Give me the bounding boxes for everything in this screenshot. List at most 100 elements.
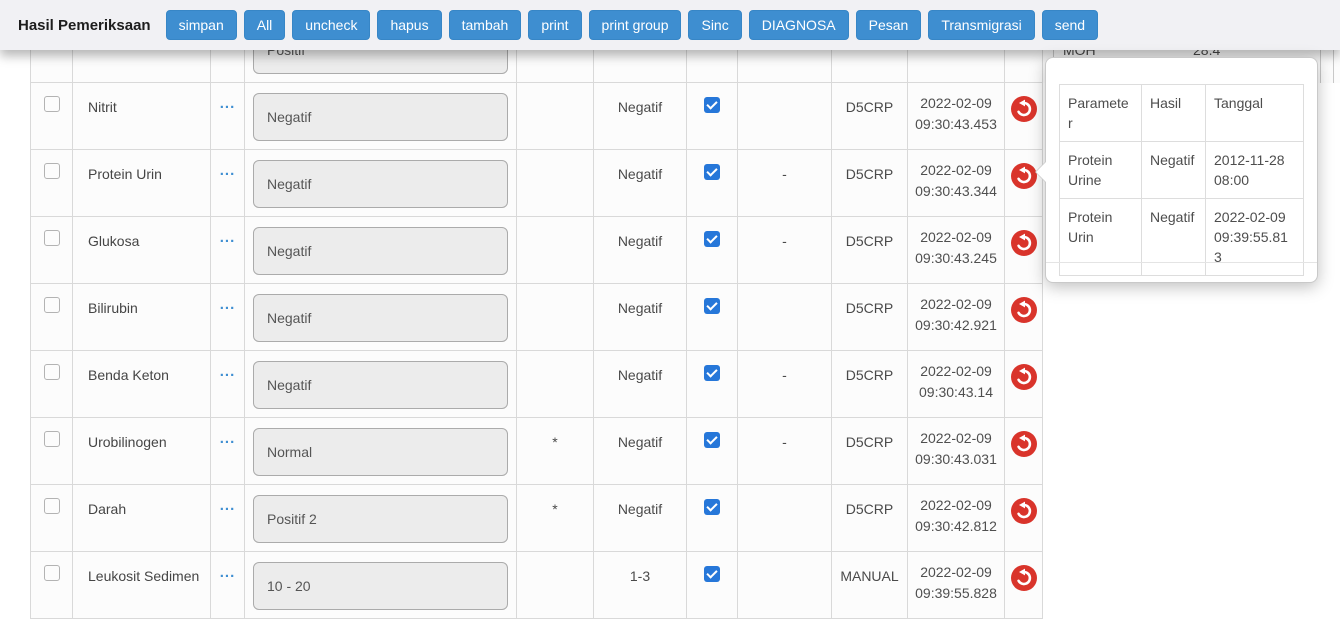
toolbar-button-hapus[interactable]: hapus <box>377 10 442 40</box>
table-row: Benda Keton ... Negatif - D5CRP 2022-02-… <box>30 351 1043 418</box>
reference-value: Negatif <box>594 217 687 283</box>
method-value: D5CRP <box>832 83 908 149</box>
row-checkbox[interactable] <box>43 230 60 246</box>
abnormal-flag <box>517 351 594 417</box>
method-value: D5CRP <box>832 217 908 283</box>
result-input[interactable] <box>253 160 508 208</box>
history-icon[interactable] <box>1010 163 1037 189</box>
history-icon[interactable] <box>1010 431 1037 457</box>
parameter-name: Leukosit Sedimen <box>73 552 211 618</box>
toolbar-button-print-group[interactable]: print group <box>588 10 682 40</box>
table-row: Protein Urin ... Negatif - D5CRP 2022-02… <box>30 150 1043 217</box>
toolbar-buttons: simpan All uncheck hapus tambah print print gr… <box>159 10 1099 40</box>
more-options-link[interactable]: ... <box>211 284 245 350</box>
verify-checkbox-cell <box>687 552 738 618</box>
more-options-link[interactable]: ... <box>211 485 245 551</box>
history-col-header: Tanggal <box>1205 84 1304 142</box>
results-table: 09:30:43.563 Nitrit ... Negatif D5CRP 20… <box>30 16 1043 619</box>
history-cell: Negatif <box>1141 141 1206 199</box>
row-select-cell <box>30 83 73 149</box>
result-input-cell <box>245 351 517 417</box>
more-options-link[interactable]: ... <box>211 418 245 484</box>
more-options-link[interactable]: ... <box>211 83 245 149</box>
result-input[interactable] <box>253 294 508 342</box>
row-checkbox[interactable] <box>43 565 60 581</box>
verified-checkbox[interactable] <box>704 231 720 247</box>
row-select-cell <box>30 418 73 484</box>
verified-checkbox[interactable] <box>704 97 720 113</box>
result-input[interactable] <box>253 361 508 409</box>
history-icon[interactable] <box>1010 230 1037 256</box>
more-options-link[interactable]: ... <box>211 552 245 618</box>
result-input[interactable] <box>253 428 508 476</box>
table-row: Nitrit ... Negatif D5CRP 2022-02-09 09:30… <box>30 83 1043 150</box>
table-row: Leukosit Sedimen ... 1-3 MANUAL 2022-02-… <box>30 552 1043 619</box>
parameter-name: Darah <box>73 485 211 551</box>
verified-checkbox[interactable] <box>704 365 720 381</box>
timestamp-time: 09:30:43.453 <box>915 116 997 132</box>
row-checkbox[interactable] <box>43 163 60 179</box>
verified-checkbox[interactable] <box>704 298 720 314</box>
row-checkbox[interactable] <box>43 498 60 514</box>
delta-flag <box>738 485 832 551</box>
timestamp-date: 2022-02-09 <box>920 363 992 379</box>
toolbar-button-all[interactable]: All <box>243 10 286 40</box>
table-row: Darah ... * Negatif D5CRP 2022-02-09 09:3… <box>30 485 1043 552</box>
history-icon[interactable] <box>1010 498 1037 524</box>
history-icon-cell <box>1005 552 1043 618</box>
result-input[interactable] <box>253 495 508 543</box>
timestamp-date: 2022-02-09 <box>920 162 992 178</box>
history-cell: Negatif <box>1141 198 1206 276</box>
page-title: Hasil Pemeriksaan <box>18 16 151 34</box>
row-checkbox[interactable] <box>43 297 60 313</box>
history-cell: 2022-02-09 09:39:55.813 <box>1205 198 1304 276</box>
history-col-header: Hasil <box>1141 84 1206 142</box>
toolbar-button-sinc[interactable]: Sinc <box>688 10 742 40</box>
parameter-name: Benda Keton <box>73 351 211 417</box>
reference-value: 1-3 <box>594 552 687 618</box>
row-checkbox[interactable] <box>43 364 60 380</box>
toolbar-button-simpan[interactable]: simpan <box>165 10 237 40</box>
toolbar-button-print[interactable]: print <box>528 10 582 40</box>
timestamp-date: 2022-02-09 <box>920 564 992 580</box>
more-options-link[interactable]: ... <box>211 351 245 417</box>
more-options-link[interactable]: ... <box>211 217 245 283</box>
verified-checkbox[interactable] <box>704 164 720 180</box>
toolbar-button-transmigrasi[interactable]: Transmigrasi <box>928 10 1035 40</box>
toolbar-button-uncheck[interactable]: uncheck <box>292 10 371 40</box>
result-input[interactable] <box>253 227 508 275</box>
abnormal-flag: * <box>517 418 594 484</box>
more-options-link[interactable]: ... <box>211 150 245 216</box>
history-icon[interactable] <box>1010 96 1037 122</box>
toolbar-button-send[interactable]: send <box>1041 10 1099 40</box>
timestamp-date: 2022-02-09 <box>920 497 992 513</box>
timestamp-date: 2022-02-09 <box>920 229 992 245</box>
history-col-header: Parameter <box>1059 84 1142 142</box>
row-checkbox[interactable] <box>43 96 60 112</box>
row-checkbox[interactable] <box>43 431 60 447</box>
verified-checkbox[interactable] <box>704 566 720 582</box>
verified-checkbox[interactable] <box>704 499 720 515</box>
row-select-cell <box>30 351 73 417</box>
abnormal-flag <box>517 83 594 149</box>
table-row: Bilirubin ... Negatif D5CRP 2022-02-09 09… <box>30 284 1043 351</box>
history-icon[interactable] <box>1010 297 1037 323</box>
history-icon-cell <box>1005 485 1043 551</box>
toolbar-button-pesan[interactable]: Pesan <box>855 10 922 40</box>
timestamp-date: 2022-02-09 <box>920 95 992 111</box>
reference-value: Negatif <box>594 351 687 417</box>
result-input-cell <box>245 485 517 551</box>
timestamp: 2022-02-09 09:30:43.344 <box>908 150 1005 216</box>
history-icon[interactable] <box>1010 565 1037 591</box>
verified-checkbox[interactable] <box>704 432 720 448</box>
toolbar-button-diagnosa[interactable]: DIAGNOSA <box>748 10 849 40</box>
timestamp: 2022-02-09 09:30:42.812 <box>908 485 1005 551</box>
history-popover: Parameter Hasil Tanggal Protein Urine Negat… <box>1035 57 1318 283</box>
timestamp: 2022-02-09 09:30:43.14 <box>908 351 1005 417</box>
verify-checkbox-cell <box>687 485 738 551</box>
toolbar-button-tambah[interactable]: tambah <box>448 10 522 40</box>
history-icon[interactable] <box>1010 364 1037 390</box>
history-row: Protein Urin Negatif 2022-02-09 09:39:55.8… <box>1059 198 1304 276</box>
history-icon-cell <box>1005 418 1043 484</box>
result-input[interactable] <box>253 93 508 141</box>
